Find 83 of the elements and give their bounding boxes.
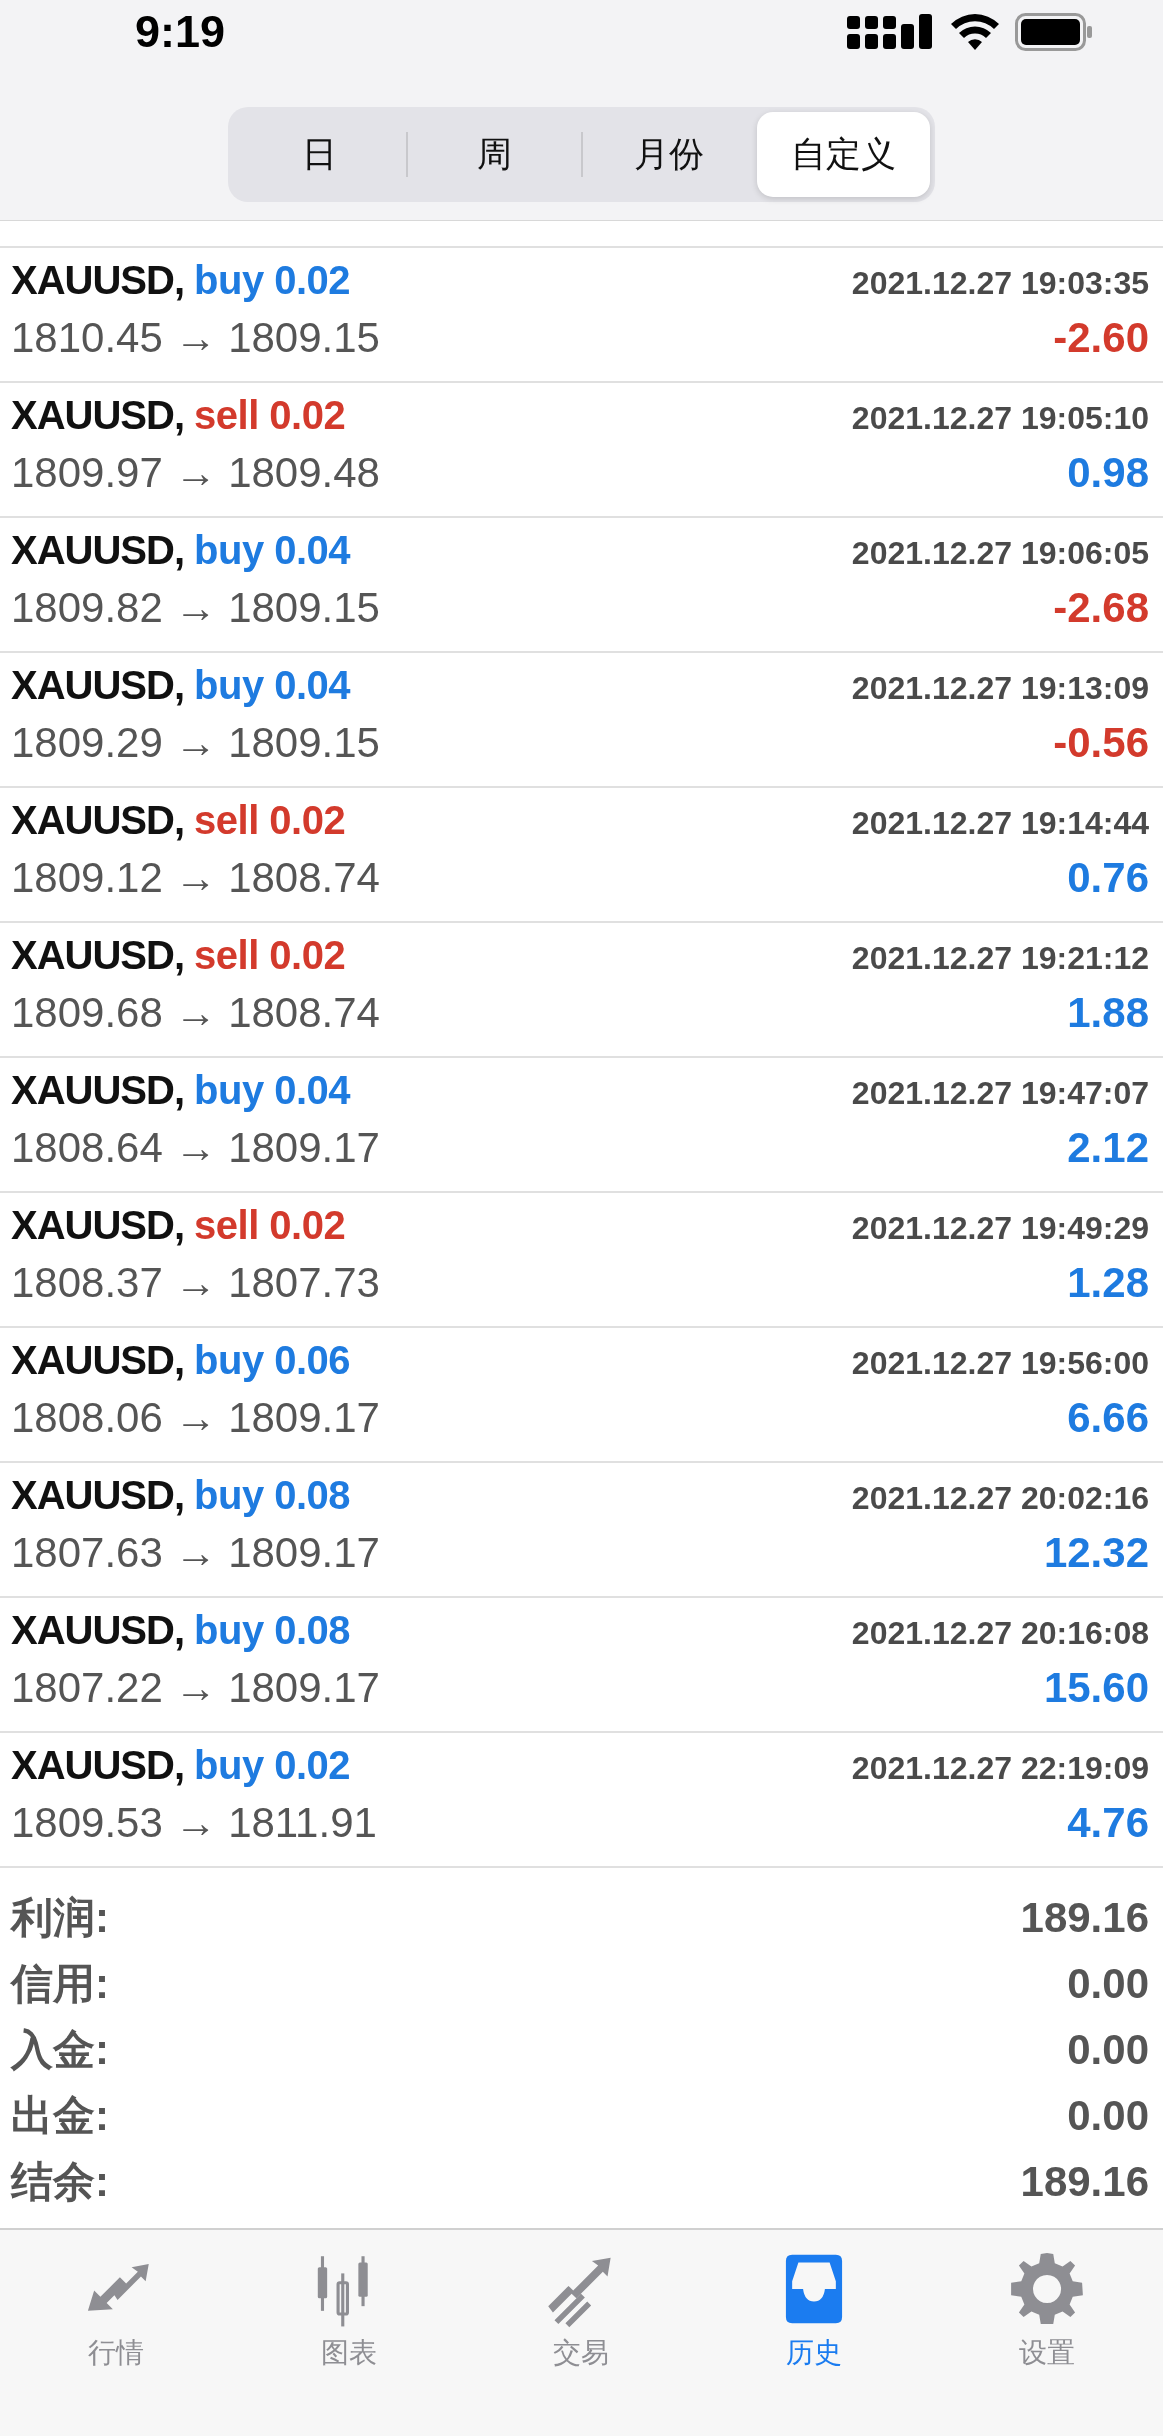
signal-icon	[847, 12, 935, 52]
trade-time: 2021.12.27 22:19:09	[851, 1750, 1149, 1787]
trade-time: 2021.12.27 19:49:29	[851, 1210, 1149, 1247]
trade-symbol: XAUUSD,	[11, 528, 185, 572]
order-type: sell 0.02	[194, 1203, 346, 1247]
trade-profit: -0.56	[1053, 719, 1149, 767]
trade-profit: 4.76	[1067, 1799, 1149, 1847]
trade-prices: 1809.29 → 1809.15	[11, 719, 380, 767]
order-type: buy 0.08	[194, 1473, 351, 1517]
order-type: sell 0.02	[194, 393, 346, 437]
order-type: sell 0.02	[194, 933, 346, 977]
trade-prices: 1808.37 → 1807.73	[11, 1259, 380, 1307]
trade-prices: 1810.45 → 1809.15	[11, 314, 380, 362]
order-type: buy 0.04	[194, 663, 351, 707]
period-tab[interactable]: 日	[233, 112, 406, 197]
trade-profit: 6.66	[1067, 1394, 1149, 1442]
trade-symbol: XAUUSD,	[11, 1203, 185, 1247]
summary-value: 189.16	[1020, 2158, 1149, 2206]
order-type: buy 0.04	[194, 528, 351, 572]
summary-label: 利润:	[11, 1893, 109, 1943]
tab-bar-item[interactable]: 设置	[930, 2230, 1163, 2381]
order-type: buy 0.04	[194, 1068, 351, 1112]
trade-time: 2021.12.27 19:47:07	[851, 1075, 1149, 1112]
trade-prices: 1809.97 → 1809.48	[11, 449, 380, 497]
summary-label: 入金:	[11, 2025, 109, 2075]
trade-symbol: XAUUSD,	[11, 798, 185, 842]
trade-symbol: XAUUSD,	[11, 663, 185, 707]
trade-symbol: XAUUSD,	[11, 1068, 185, 1112]
trade-time: 2021.12.27 19:05:10	[851, 400, 1149, 437]
trade-time: 2021.12.27 20:02:16	[851, 1480, 1149, 1517]
trade-prices: 1809.68 → 1808.74	[11, 989, 380, 1037]
trade-time: 2021.12.27 19:06:05	[851, 535, 1149, 572]
order-type: buy 0.02	[194, 1743, 351, 1787]
order-type: buy 0.02	[194, 258, 351, 302]
summary-value: 189.16	[1020, 1894, 1149, 1942]
trade-prices: 1809.82 → 1809.15	[11, 584, 380, 632]
trade-symbol: XAUUSD,	[11, 258, 185, 302]
trade-symbol: XAUUSD,	[11, 393, 185, 437]
trade-symbol: XAUUSD,	[11, 1608, 185, 1652]
trade-profit: 12.32	[1043, 1529, 1149, 1577]
trade-time: 2021.12.27 19:56:00	[851, 1345, 1149, 1382]
battery-icon	[1015, 13, 1093, 51]
trade-prices: 1809.12 → 1808.74	[11, 854, 380, 902]
trade-prices: 1808.06 → 1809.17	[11, 1394, 380, 1442]
trade-time: 2021.12.27 19:03:35	[851, 265, 1149, 302]
trade-profit: 15.60	[1043, 1664, 1149, 1712]
summary-value: 0.00	[1067, 2026, 1149, 2074]
trade-profit: -2.60	[1053, 314, 1149, 362]
trade-profit: -2.68	[1053, 584, 1149, 632]
trade-profit: 0.98	[1067, 449, 1149, 497]
order-type: sell 0.02	[194, 798, 346, 842]
trade-prices: 1808.64 → 1809.17	[11, 1124, 380, 1172]
trade-profit: 0.76	[1067, 854, 1149, 902]
trade-time: 2021.12.27 19:13:09	[851, 670, 1149, 707]
tab-bar-item[interactable]: 行情	[0, 2230, 233, 2381]
trade-profit: 1.88	[1067, 989, 1149, 1037]
summary-label: 出金:	[11, 2091, 109, 2141]
order-type: buy 0.08	[194, 1608, 351, 1652]
tab-bar-item[interactable]: 交易	[465, 2230, 698, 2381]
trade-symbol: XAUUSD,	[11, 1743, 185, 1787]
wifi-icon	[949, 13, 1001, 51]
trade-symbol: XAUUSD,	[11, 1473, 185, 1517]
trade-prices: 1807.22 → 1809.17	[11, 1664, 380, 1712]
trade-prices: 1809.53 → 1811.91	[11, 1799, 377, 1847]
trade-profit: 2.12	[1067, 1124, 1149, 1172]
summary-value: 0.00	[1067, 1960, 1149, 2008]
trade-symbol: XAUUSD,	[11, 1338, 185, 1382]
period-tab[interactable]: 周	[407, 112, 581, 197]
trade-time: 2021.12.27 20:16:08	[851, 1615, 1149, 1652]
period-tab[interactable]: 月份	[582, 112, 756, 197]
trade-time: 2021.12.27 19:21:12	[851, 940, 1149, 977]
summary-label: 结余:	[11, 2157, 109, 2207]
tab-bar-item[interactable]: 图表	[232, 2230, 466, 2381]
status-time: 9:19	[135, 6, 227, 59]
trade-symbol: XAUUSD,	[11, 933, 185, 977]
trade-time: 2021.12.27 19:14:44	[851, 805, 1149, 842]
summary-value: 0.00	[1067, 2092, 1149, 2140]
trade-profit: 1.28	[1067, 1259, 1149, 1307]
summary-label: 信用:	[11, 1959, 109, 2009]
order-type: buy 0.06	[194, 1338, 351, 1382]
tab-bar-item[interactable]: 历史	[697, 2230, 931, 2381]
period-tab[interactable]: 自定义	[757, 112, 930, 197]
trade-prices: 1807.63 → 1809.17	[11, 1529, 380, 1577]
